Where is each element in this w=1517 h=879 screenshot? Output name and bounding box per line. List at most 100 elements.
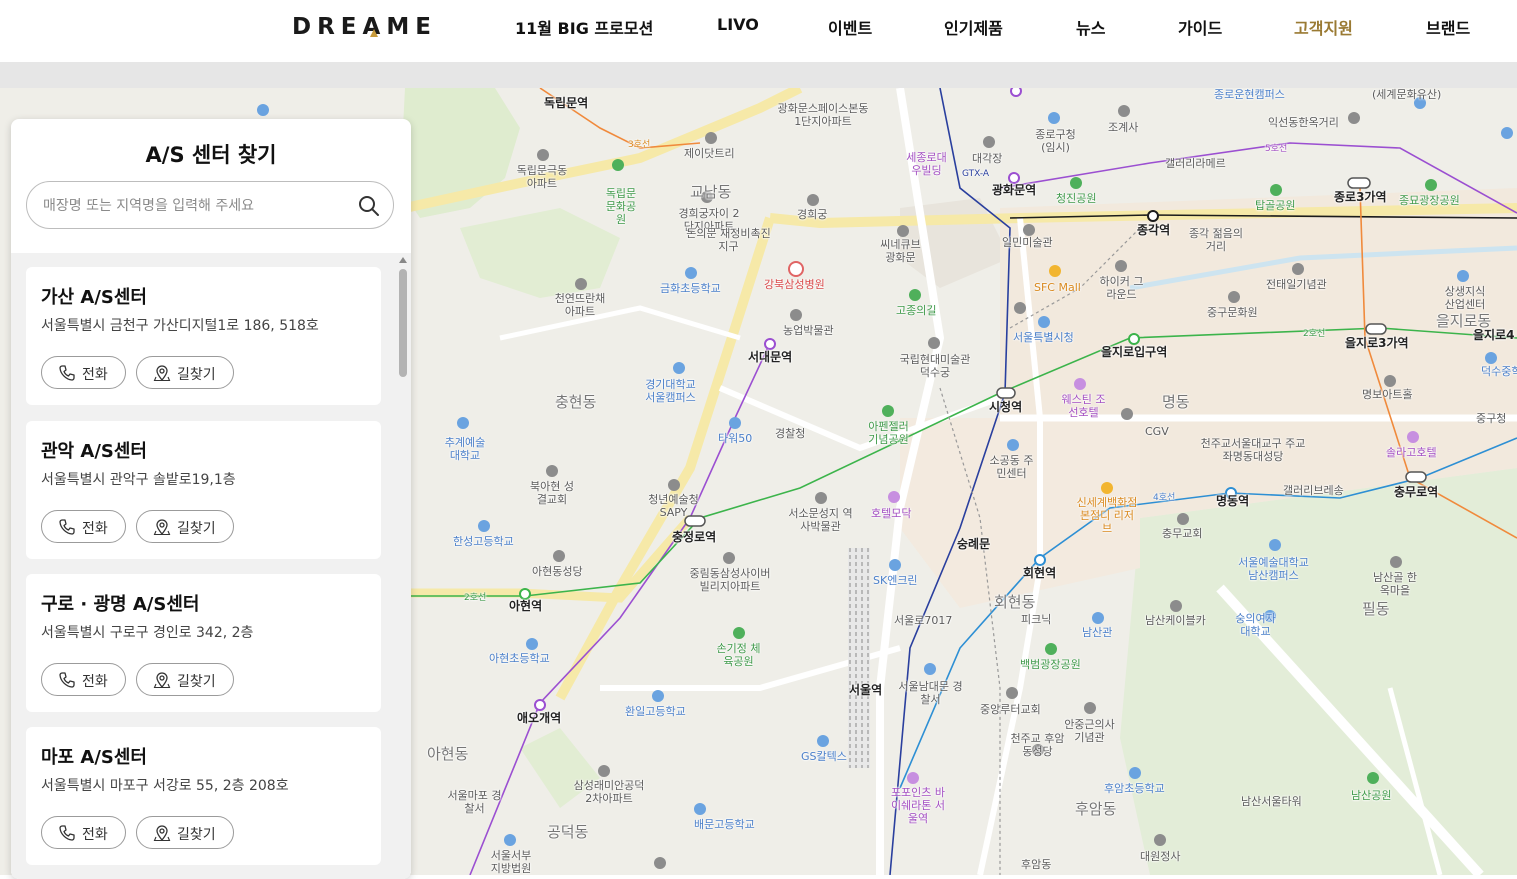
search-input[interactable] <box>41 194 345 218</box>
as-center-panel: A/S 센터 찾기 가산 A/S센터 서울특별시 금천구 가산디지털1로 186… <box>11 119 411 879</box>
map-label: 명동 <box>1162 393 1190 411</box>
nav-livo[interactable]: LIVO <box>717 15 759 34</box>
map-label: 청진공원 <box>1056 192 1097 205</box>
directions-button[interactable]: 길찾기 <box>136 510 234 543</box>
call-button[interactable]: 전화 <box>41 816 126 849</box>
phone-icon <box>59 672 75 688</box>
map-label: 종각 젊음의거리 <box>1188 227 1244 253</box>
scrollbar-thumb[interactable] <box>399 269 407 377</box>
center-name: 마포 A/S센터 <box>41 747 147 768</box>
center-name: 가산 A/S센터 <box>41 287 147 308</box>
map-label: 회현역 <box>1023 566 1057 580</box>
map-label: 국립현대미술관 덕수궁 <box>899 353 971 379</box>
map-label: 웨스틴 조선호텔 <box>1061 393 1106 419</box>
map-label: 충무교회 <box>1162 527 1203 540</box>
map-label: 서울로7017 <box>894 614 953 627</box>
nav-news[interactable]: 뉴스 <box>1076 15 1105 39</box>
map-label: 금화초등학교 <box>660 282 721 295</box>
map-label: 후암초등학교 <box>1104 782 1165 795</box>
map-label: 제이닷트리 <box>684 147 735 160</box>
map-label: 충현동 <box>555 393 597 411</box>
phone-icon <box>59 519 75 535</box>
map-label: 농업박물관 <box>783 324 834 337</box>
center-list[interactable]: 가산 A/S센터 서울특별시 금천구 가산디지털1로 186, 518호 전화 … <box>11 253 411 879</box>
map-label: 서소문성지 역사박물관 <box>788 507 853 533</box>
map-label: 숭의여자 대학교 <box>1235 612 1276 638</box>
center-address: 서울특별시 금천구 가산디지털1로 186, 518호 <box>41 318 319 334</box>
map-label: 호텔모닥 <box>871 507 912 520</box>
scroll-up-arrow-icon[interactable] <box>399 257 407 263</box>
nav-brand[interactable]: 브랜드 <box>1426 15 1470 39</box>
map-label: 종로운현캠퍼스 <box>1214 88 1285 101</box>
map-label: 필동 <box>1362 600 1390 618</box>
center-card: 가산 A/S센터 서울특별시 금천구 가산디지털1로 186, 518호 전화 … <box>26 267 381 405</box>
nav-guide[interactable]: 가이드 <box>1178 15 1222 39</box>
map-label: 경찰청 <box>775 427 806 440</box>
call-button[interactable]: 전화 <box>41 663 126 696</box>
map-pin-icon <box>153 519 171 536</box>
map-label: 충정로역 <box>672 530 717 544</box>
map-label: 조계사 <box>1108 121 1139 134</box>
map-label: 탑골공원 <box>1255 199 1296 212</box>
directions-button[interactable]: 길찾기 <box>136 356 234 389</box>
map-label: 대원정사 <box>1140 850 1181 863</box>
map-label: 돈의문 재정비촉진지구 <box>686 227 771 253</box>
map-label: 독립문 문화공원 <box>605 187 637 226</box>
panel-title: A/S 센터 찾기 <box>145 143 277 167</box>
map-label: CGV <box>1145 425 1169 438</box>
header-divider-band <box>0 62 1517 88</box>
map-label: 천주교서울대교구 주교좌명동대성당 <box>1200 437 1306 463</box>
map-label: 을지로입구역 <box>1101 345 1168 359</box>
search-icon[interactable] <box>357 194 381 218</box>
map-label: 경기대학교 서울캠퍼스 <box>645 378 696 404</box>
subway-line-label: 2호선 <box>464 593 487 603</box>
call-button[interactable]: 전화 <box>41 356 126 389</box>
nav-popular[interactable]: 인기제품 <box>944 15 1003 39</box>
map-label: 상생지식 산업센터 <box>1444 285 1486 311</box>
map-label: 타워50 <box>718 432 753 445</box>
map-label: 하이커 그라운드 <box>1099 275 1144 301</box>
map-label: 피크닉 <box>1021 613 1052 626</box>
map-label: 익선동한옥거리 <box>1268 116 1339 129</box>
call-button[interactable]: 전화 <box>41 510 126 543</box>
call-label: 전화 <box>82 521 108 537</box>
map-label: 종각역 <box>1137 223 1171 237</box>
directions-button[interactable]: 길찾기 <box>136 816 234 849</box>
map-label: 추계예술 대학교 <box>444 436 486 462</box>
map-label: 후암동 <box>1075 800 1117 818</box>
subway-line-label: 2호선 <box>1303 329 1326 339</box>
map-label: 배문고등학교 <box>694 818 755 831</box>
map-label: 남산서울타워 <box>1241 795 1302 808</box>
map-label: 서울서부 지방법원 <box>490 849 532 875</box>
map-label: 교남동 <box>690 183 732 201</box>
nav-event[interactable]: 이벤트 <box>828 15 872 39</box>
map-label: 광화문역 <box>992 183 1037 197</box>
map-label: 아현동성당 <box>532 565 583 578</box>
nav-promotion[interactable]: 11월 BIG 프로모션 <box>515 15 653 39</box>
map-label: 서울특별시청 <box>1013 331 1074 344</box>
map-label: 대각장 <box>972 152 1003 165</box>
map-label: 독립문역 <box>544 96 589 110</box>
map-label: 삼성래미안공덕 2차아파트 <box>573 779 645 805</box>
map-label: 명보아트홀 <box>1362 388 1413 401</box>
map-label: 종로구청(임시) <box>1035 128 1076 154</box>
top-header: DREAME 11월 BIG 프로모션 LIVO 이벤트 인기제품 뉴스 가이드… <box>0 0 1517 62</box>
map-label: 중구청 <box>1476 412 1507 425</box>
map-label: SFC Mall <box>1034 281 1081 294</box>
map-label: 충무로역 <box>1394 485 1439 499</box>
call-label: 전화 <box>82 674 108 690</box>
map-label: 천주교 후암동성당 <box>1010 732 1065 758</box>
map-label: 손기정 체육공원 <box>716 642 761 668</box>
directions-button[interactable]: 길찾기 <box>136 663 234 696</box>
map-label: 애오개역 <box>517 711 562 725</box>
map-label: 서울예술대학교 남산캠퍼스 <box>1238 556 1309 582</box>
map-label: 안중근의사 기념관 <box>1064 718 1115 744</box>
map-label: 종로3가역 <box>1334 190 1387 204</box>
center-address: 서울특별시 구로구 경인로 342, 2층 <box>41 625 254 641</box>
main-nav: 11월 BIG 프로모션 LIVO 이벤트 인기제품 뉴스 가이드 고객지원 브… <box>0 0 1517 54</box>
map-label: 세종로대우빌딩 <box>906 151 947 177</box>
map-label: 광화문스페이스본동 1단지아파트 <box>777 102 869 128</box>
phone-icon <box>59 825 75 841</box>
map-label: 중구문화원 <box>1207 306 1258 319</box>
nav-support[interactable]: 고객지원 <box>1294 15 1353 39</box>
